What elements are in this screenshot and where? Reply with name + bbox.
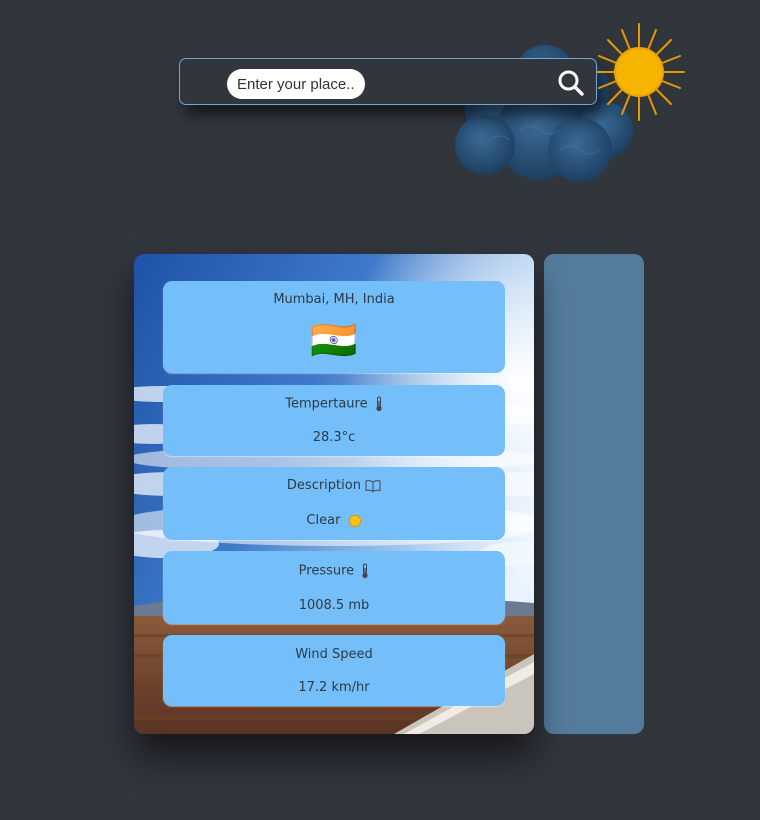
search-bar — [179, 58, 597, 105]
description-label: Description — [286, 478, 361, 493]
wind-speed-value: 17.2 km/hr — [298, 680, 370, 695]
temperature-value: 28.3°c — [312, 430, 356, 445]
thermometer-icon — [376, 396, 382, 412]
location-box: Mumbai, MH, India 🇮🇳 — [163, 281, 505, 373]
temperature-box: Tempertaure 28.3°c — [163, 385, 505, 456]
wind-speed-label: Wind Speed — [295, 647, 373, 662]
search-icon — [558, 70, 584, 96]
thermometer-icon — [362, 563, 368, 579]
temperature-label: Tempertaure — [285, 396, 368, 412]
pressure-label: Pressure — [298, 563, 355, 579]
country-flag: 🇮🇳 — [310, 318, 358, 362]
sun-small-icon — [348, 514, 361, 527]
sun-icon — [596, 23, 685, 121]
description-box: Description Clear — [163, 467, 505, 540]
side-panel — [544, 254, 644, 734]
search-input[interactable] — [227, 69, 365, 99]
pressure-value: 1008.5 mb — [298, 598, 370, 613]
weather-card: Mumbai, MH, India 🇮🇳 Tempertaure 28.3°c … — [134, 254, 534, 734]
description-value: Clear — [306, 513, 341, 528]
location-name: Mumbai, MH, India — [273, 292, 395, 307]
book-icon — [365, 480, 381, 492]
search-button[interactable] — [556, 68, 586, 98]
weather-app: Mumbai, MH, India 🇮🇳 Tempertaure 28.3°c … — [0, 0, 760, 820]
pressure-box: Pressure 1008.5 mb — [163, 551, 505, 624]
wind-speed-box: Wind Speed 17.2 km/hr — [163, 635, 505, 706]
